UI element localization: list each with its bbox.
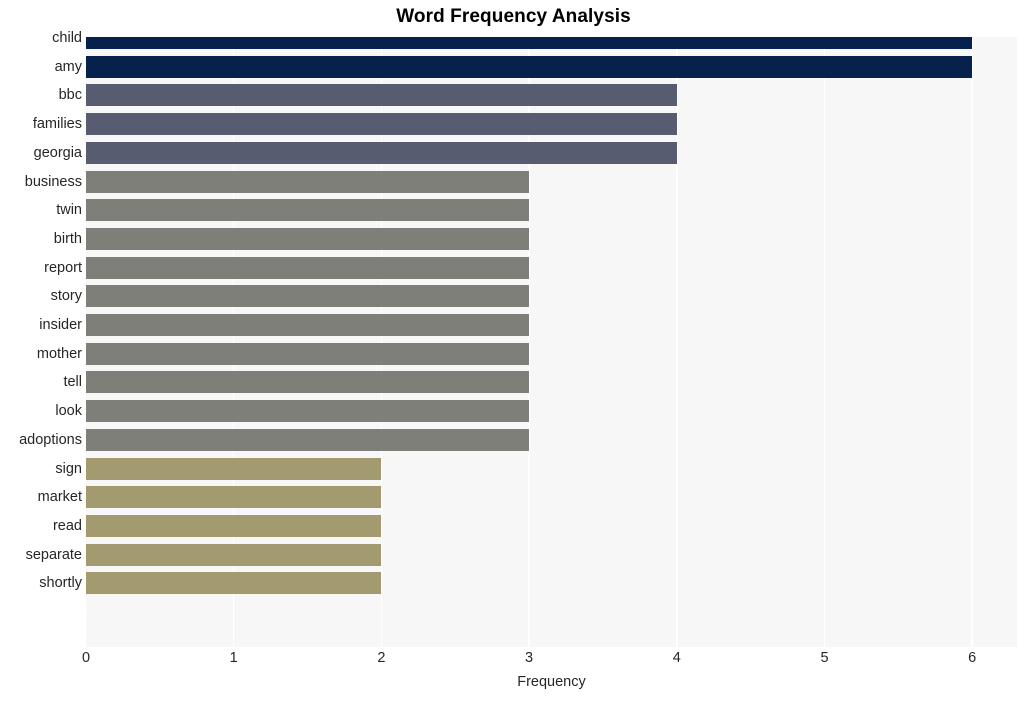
bar: [86, 285, 530, 308]
y-axis-tick-label: adoptions: [19, 431, 82, 448]
y-axis-tick-label: child: [52, 30, 82, 46]
y-axis-tick-label: amy: [54, 58, 82, 75]
bar: [86, 314, 530, 336]
bar: [86, 141, 677, 164]
x-axis-tick-label: 0: [81, 650, 91, 666]
bar: [86, 371, 530, 394]
bar: [86, 486, 382, 509]
y-axis-tick-label: mother: [36, 345, 82, 362]
x-axis-tick-label: 5: [820, 650, 829, 666]
y-axis-tick-label: georgia: [33, 144, 82, 161]
bar: [86, 457, 382, 480]
x-axis-tick-label: 4: [672, 650, 681, 666]
x-axis-title: Frequency: [517, 674, 586, 690]
plot-area: [86, 37, 1017, 647]
bar: [86, 543, 382, 566]
y-axis-tick-label: business: [24, 173, 82, 190]
bar: [86, 170, 530, 193]
y-axis-tick-label: birth: [53, 230, 82, 247]
bar: [86, 199, 530, 222]
x-axis-tick-label: 3: [525, 650, 534, 666]
y-axis-tick-label: market: [37, 489, 82, 506]
chart-title: Word Frequency Analysis: [396, 6, 631, 27]
x-axis-tick-label: 1: [229, 650, 238, 666]
y-axis-tick-label: separate: [25, 546, 82, 563]
bar: [86, 572, 382, 595]
y-axis-tick-label: read: [52, 517, 82, 534]
chart-figure: Word Frequency Analysis child amy bbc famil…: [0, 0, 1027, 701]
x-axis-tick-labels: 0 1 2 3 4 5 6: [0, 650, 1027, 674]
bar: [86, 400, 530, 423]
bar: [86, 256, 530, 279]
y-axis-tick-label: story: [50, 288, 82, 305]
y-axis-tick-label: insider: [39, 317, 82, 333]
bar: [86, 84, 677, 107]
bar: [86, 227, 530, 250]
y-axis-tick-label: report: [44, 259, 82, 276]
bar: [86, 342, 530, 365]
bar: [86, 428, 530, 451]
gridline: [971, 37, 973, 647]
bar: [86, 37, 973, 49]
y-axis-tick-label: look: [55, 403, 82, 420]
y-axis-tick-label: shortly: [39, 575, 82, 592]
y-axis-tick-labels: child amy bbc families georgia business twin bi…: [0, 30, 82, 647]
y-axis-tick-label: sign: [55, 460, 82, 477]
x-axis-tick-label: 2: [377, 650, 386, 666]
y-axis-tick-label: twin: [56, 202, 82, 219]
y-axis-tick-label: tell: [63, 374, 82, 391]
y-axis-tick-label: bbc: [58, 87, 82, 104]
bar: [86, 113, 677, 136]
x-axis-tick-label: 6: [968, 650, 977, 666]
bar: [86, 514, 382, 537]
y-axis-tick-label: families: [32, 116, 82, 133]
gridline: [823, 37, 826, 647]
bar: [86, 55, 973, 78]
